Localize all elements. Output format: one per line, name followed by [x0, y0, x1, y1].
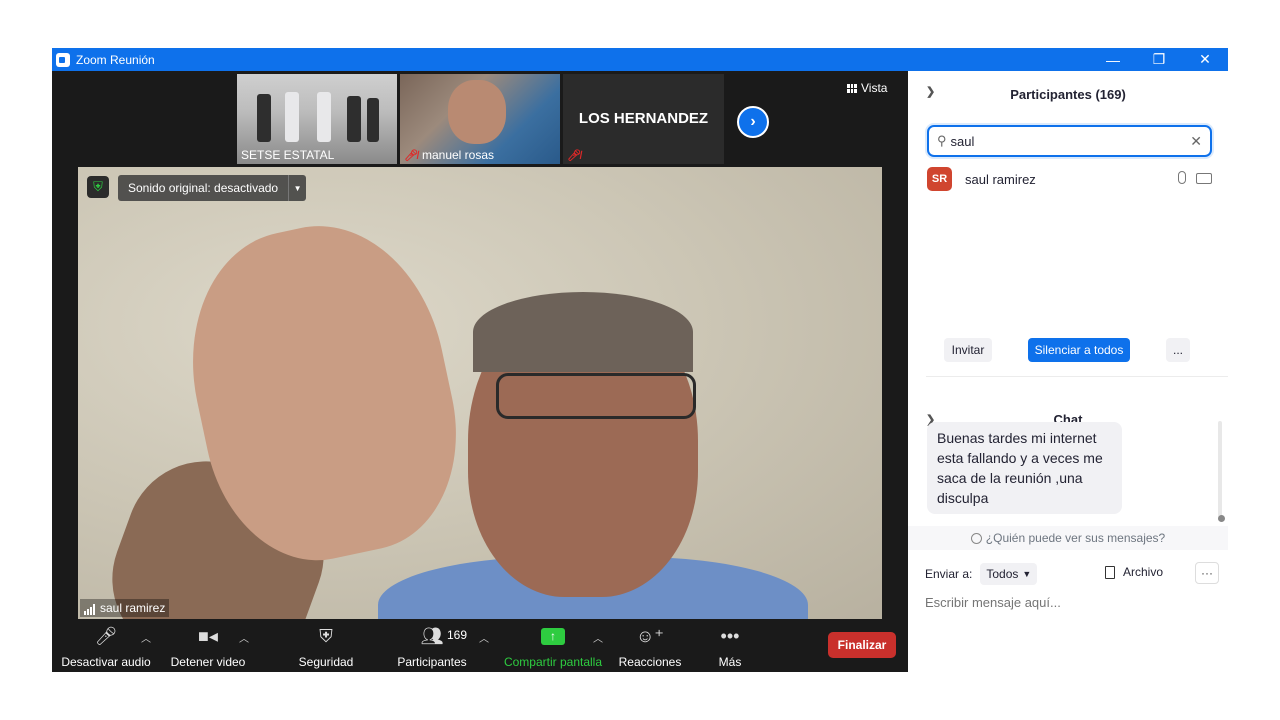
send-to-dropdown[interactable]: Todos ▼ [980, 563, 1038, 585]
thumb-name: SETSE ESTATAL [241, 148, 335, 162]
participant-row[interactable]: SR saul ramirez [927, 167, 1212, 191]
participants-more-button[interactable]: ... [1166, 338, 1190, 362]
zoom-app-icon [56, 52, 70, 67]
video-hair-shape [473, 292, 693, 372]
stop-video-button[interactable]: ■◂ Detener video [168, 624, 248, 672]
video-glasses-shape [496, 373, 696, 419]
chevron-down-icon: ▼ [1022, 569, 1032, 579]
close-button[interactable]: ✕ [1182, 48, 1228, 71]
view-label: Vista [861, 81, 888, 95]
thumb-manuel-rosas[interactable]: 🎤︎̸ manuel rosas [400, 74, 560, 164]
original-sound-toggle[interactable]: Sonido original: desactivado ▼ [118, 175, 307, 201]
view-button[interactable]: Vista [847, 81, 887, 95]
audio-options-chevron-icon[interactable]: ︿ [141, 630, 151, 645]
share-screen-icon: ↑ [541, 624, 565, 648]
avatar: SR [927, 167, 952, 191]
video-camera-icon [1196, 173, 1212, 184]
person-shape [448, 80, 506, 144]
speaker-name: saul ramirez [100, 601, 166, 615]
reactions-button[interactable]: ☺︎⁺ Reacciones [618, 624, 682, 672]
participants-icon: 👥︎ [420, 625, 444, 646]
video-options-chevron-icon[interactable]: ︿ [239, 630, 249, 645]
end-meeting-button[interactable]: Finalizar [828, 632, 896, 658]
mic-muted-icon: 🎤︎̸ [404, 149, 418, 162]
person-info-icon [970, 532, 982, 544]
file-icon [1105, 565, 1115, 579]
restore-button[interactable]: ❐ [1136, 48, 1182, 71]
next-page-button[interactable]: › [737, 106, 769, 138]
window-controls: — ❐ ✕ [1090, 48, 1228, 71]
send-to-value: Todos [986, 567, 1019, 581]
participants-title: Participantes (169) [1010, 86, 1126, 102]
chat-more-button[interactable]: ··· [1195, 562, 1219, 584]
zoom-window: Zoom Reunión — ❐ ✕ SETSE ESTATAL 🎤︎̸ man… [52, 48, 1228, 672]
microphone-icon [1178, 171, 1186, 184]
participants-actions: Invitar Silenciar a todos ... [944, 338, 1214, 362]
person-shape [257, 94, 271, 142]
encryption-shield-icon[interactable]: ⛨ [87, 176, 109, 198]
window-title: Zoom Reunión [76, 52, 155, 67]
chat-message: Buenas tardes mi internet esta fallando … [927, 422, 1122, 514]
side-panel: ❯ Participantes (169) ⚲ saul ✕ SR saul r… [908, 71, 1228, 672]
video-camera-icon: ■◂ [198, 625, 218, 646]
person-shape [317, 92, 331, 142]
participants-options-chevron-icon[interactable]: ︿ [479, 630, 489, 645]
emoji-plus-icon: ☺︎⁺ [636, 625, 664, 646]
collapse-chevron-icon[interactable]: ❯ [926, 85, 935, 98]
mic-muted-icon: 🎤︎̸ [567, 150, 581, 162]
participant-name: saul ramirez [965, 171, 1036, 187]
chat-scrollbar-thumb[interactable] [1218, 515, 1225, 522]
person-shape [367, 98, 379, 142]
participants-header: ❯ Participantes (169) [908, 71, 1228, 117]
share-options-chevron-icon[interactable]: ︿ [593, 630, 603, 645]
minimize-button[interactable]: — [1090, 48, 1136, 71]
search-icon: ⚲ [937, 133, 947, 148]
active-speaker-video: ⛨ Sonido original: desactivado ▼ saul ra… [78, 167, 882, 619]
more-button[interactable]: ••• Más [712, 624, 748, 672]
send-to-row: Enviar a: Todos ▼ Archivo ··· [925, 562, 1219, 586]
thumb-los-hernandez[interactable]: LOS HERNANDEZ 🎤︎̸ [563, 74, 724, 164]
thumb-name: 🎤︎̸ [567, 149, 581, 162]
thumb-setse-estatal[interactable]: SETSE ESTATAL [237, 74, 397, 164]
divider [926, 376, 1228, 377]
microphone-icon: 🎤︎ [94, 625, 118, 646]
clear-search-icon[interactable]: ✕ [1190, 133, 1202, 150]
speaker-name-tag: saul ramirez [80, 599, 170, 617]
chevron-down-icon[interactable]: ▼ [288, 175, 306, 201]
participant-search-input[interactable]: ⚲ saul ✕ [927, 125, 1212, 157]
mute-all-button[interactable]: Silenciar a todos [1028, 338, 1130, 362]
person-shape [347, 96, 361, 142]
chat-scrollbar[interactable] [1218, 421, 1222, 521]
meeting-toolbar: 🎤︎ Desactivar audio ︿ ■◂ Detener video ︿… [52, 624, 908, 672]
security-button[interactable]: ⛨ Seguridad [292, 624, 360, 672]
participants-count: 169 [447, 628, 468, 642]
who-can-see-link[interactable]: ¿Quién puede ver sus mensajes? [908, 526, 1228, 550]
title-bar: Zoom Reunión — ❐ ✕ [52, 48, 1228, 71]
invite-button[interactable]: Invitar [944, 338, 992, 362]
participant-status-icons [1178, 171, 1212, 184]
original-sound-label: Sonido original: desactivado [128, 181, 279, 195]
grid-icon [847, 83, 857, 93]
thumb-name: 🎤︎̸ manuel rosas [404, 148, 495, 162]
file-button[interactable]: Archivo [1105, 565, 1163, 579]
mute-audio-button[interactable]: 🎤︎ Desactivar audio [61, 624, 150, 672]
send-to-label: Enviar a: [925, 567, 973, 581]
shield-icon: ⛨ [319, 625, 333, 646]
search-value[interactable]: saul [951, 134, 975, 149]
signal-bars-icon [84, 604, 95, 615]
more-dots-icon: ••• [720, 625, 740, 646]
thumb-name-large: LOS HERNANDEZ [578, 110, 709, 127]
file-label: Archivo [1123, 565, 1164, 579]
share-screen-button[interactable]: ↑ Compartir pantalla [502, 624, 604, 672]
chat-message-input[interactable] [925, 595, 1210, 610]
who-can-see-label: ¿Quién puede ver sus mensajes? [985, 531, 1166, 545]
meeting-stage: SETSE ESTATAL 🎤︎̸ manuel rosas LOS HERNA… [52, 71, 908, 672]
person-shape [285, 92, 299, 142]
